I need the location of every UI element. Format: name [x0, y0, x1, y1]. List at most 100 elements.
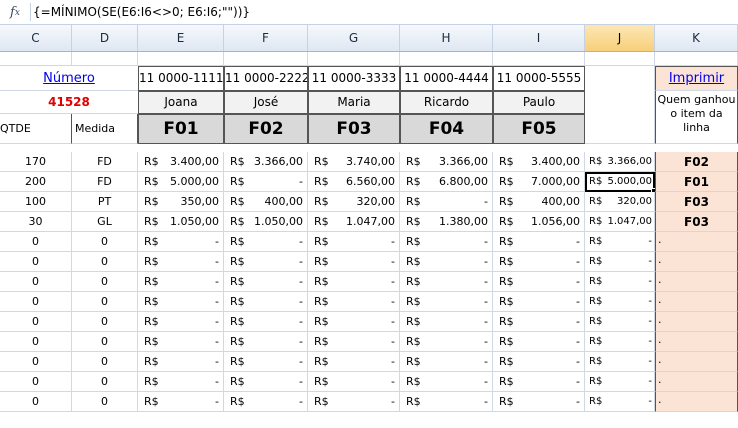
price-cell[interactable]: R$ -: [224, 332, 308, 352]
empty-cell[interactable]: [493, 52, 585, 66]
qtde-cell[interactable]: 0: [0, 312, 72, 332]
price-cell[interactable]: R$ -: [308, 232, 400, 252]
column-header-c[interactable]: C: [0, 25, 72, 51]
price-cell[interactable]: R$ -: [308, 372, 400, 392]
price-cell[interactable]: R$ -: [224, 372, 308, 392]
winner-cell[interactable]: F02: [655, 152, 738, 172]
winner-cell[interactable]: F03: [655, 192, 738, 212]
column-header-e[interactable]: E: [138, 25, 224, 51]
price-cell[interactable]: R$ -: [308, 252, 400, 272]
min-price-cell[interactable]: R$ 3.366,00: [585, 152, 655, 172]
empty-cell[interactable]: [0, 52, 72, 66]
medida-cell[interactable]: 0: [72, 352, 138, 372]
medida-cell[interactable]: FD: [72, 172, 138, 192]
min-price-cell[interactable]: R$ -: [585, 312, 655, 332]
price-cell[interactable]: R$ -: [493, 272, 585, 292]
qtde-cell[interactable]: 0: [0, 272, 72, 292]
price-cell[interactable]: R$ -: [308, 352, 400, 372]
empty-cell[interactable]: [224, 52, 308, 66]
price-cell[interactable]: R$ -: [224, 272, 308, 292]
price-cell[interactable]: R$ -: [308, 272, 400, 292]
column-header-d[interactable]: D: [72, 25, 138, 51]
winner-cell[interactable]: .: [655, 272, 738, 292]
price-cell[interactable]: R$ -: [138, 372, 224, 392]
min-price-cell[interactable]: R$ 320,00: [585, 192, 655, 212]
column-header-f[interactable]: F: [224, 25, 308, 51]
price-cell[interactable]: R$ -: [493, 252, 585, 272]
active-cell[interactable]: R$ 5.000,00: [585, 172, 655, 192]
price-cell[interactable]: R$ -: [224, 292, 308, 312]
empty-cell[interactable]: [308, 52, 400, 66]
price-cell[interactable]: R$ -: [138, 332, 224, 352]
empty-cell[interactable]: [655, 52, 738, 66]
imprimir-link[interactable]: Imprimir: [655, 66, 738, 91]
price-cell[interactable]: R$ -: [400, 272, 493, 292]
price-cell[interactable]: R$ -: [308, 312, 400, 332]
price-cell[interactable]: R$ -: [308, 292, 400, 312]
price-cell[interactable]: R$ 3.400,00: [138, 152, 224, 172]
winner-cell[interactable]: .: [655, 312, 738, 332]
price-cell[interactable]: R$ -: [138, 352, 224, 372]
price-cell[interactable]: R$ -: [138, 252, 224, 272]
medida-cell[interactable]: 0: [72, 232, 138, 252]
min-price-cell[interactable]: R$ -: [585, 332, 655, 352]
qtde-cell[interactable]: 100: [0, 192, 72, 212]
winner-cell[interactable]: .: [655, 392, 738, 412]
column-header-g[interactable]: G: [308, 25, 400, 51]
price-cell[interactable]: R$ 7.000,00: [493, 172, 585, 192]
winner-cell[interactable]: .: [655, 252, 738, 272]
price-cell[interactable]: R$ 3.366,00: [400, 152, 493, 172]
min-price-cell[interactable]: R$ -: [585, 272, 655, 292]
price-cell[interactable]: R$ -: [400, 352, 493, 372]
winner-cell[interactable]: F01: [655, 172, 738, 192]
empty-cell[interactable]: [400, 52, 493, 66]
price-cell[interactable]: R$ -: [493, 232, 585, 252]
price-cell[interactable]: R$ -: [224, 392, 308, 412]
price-cell[interactable]: R$ -: [400, 192, 493, 212]
medida-cell[interactable]: 0: [72, 292, 138, 312]
formula-input[interactable]: {=MÍNIMO(SE(E6:I6<>0; E6:I6;""))}: [33, 0, 250, 25]
price-cell[interactable]: R$ -: [493, 392, 585, 412]
price-cell[interactable]: R$ 3.366,00: [224, 152, 308, 172]
price-cell[interactable]: R$ -: [224, 352, 308, 372]
price-cell[interactable]: R$ 6.800,00: [400, 172, 493, 192]
min-price-cell[interactable]: R$ -: [585, 252, 655, 272]
qtde-cell[interactable]: 0: [0, 232, 72, 252]
min-price-cell[interactable]: R$ 1.047,00: [585, 212, 655, 232]
empty-cell[interactable]: [72, 52, 138, 66]
qtde-cell[interactable]: 0: [0, 352, 72, 372]
price-cell[interactable]: R$ -: [493, 332, 585, 352]
price-cell[interactable]: R$ -: [138, 392, 224, 412]
medida-cell[interactable]: 0: [72, 312, 138, 332]
fx-icon[interactable]: fx: [0, 0, 30, 25]
price-cell[interactable]: R$ -: [138, 232, 224, 252]
price-cell[interactable]: R$ -: [493, 372, 585, 392]
winner-cell[interactable]: .: [655, 332, 738, 352]
winner-cell[interactable]: F03: [655, 212, 738, 232]
price-cell[interactable]: R$ -: [400, 372, 493, 392]
qtde-cell[interactable]: 0: [0, 252, 72, 272]
price-cell[interactable]: R$ 1.380,00: [400, 212, 493, 232]
medida-cell[interactable]: FD: [72, 152, 138, 172]
price-cell[interactable]: R$ -: [224, 312, 308, 332]
medida-cell[interactable]: 0: [72, 332, 138, 352]
price-cell[interactable]: R$ -: [224, 252, 308, 272]
price-cell[interactable]: R$ -: [400, 292, 493, 312]
price-cell[interactable]: R$ 400,00: [493, 192, 585, 212]
price-cell[interactable]: R$ -: [224, 232, 308, 252]
price-cell[interactable]: R$ -: [493, 292, 585, 312]
price-cell[interactable]: R$ -: [138, 272, 224, 292]
medida-cell[interactable]: 0: [72, 392, 138, 412]
min-price-cell[interactable]: R$ -: [585, 372, 655, 392]
qtde-cell[interactable]: 200: [0, 172, 72, 192]
price-cell[interactable]: R$ -: [400, 252, 493, 272]
price-cell[interactable]: R$ -: [400, 232, 493, 252]
price-cell[interactable]: R$ 1.047,00: [308, 212, 400, 232]
winner-cell[interactable]: .: [655, 372, 738, 392]
medida-cell[interactable]: 0: [72, 252, 138, 272]
min-price-cell[interactable]: R$ -: [585, 232, 655, 252]
column-header-j[interactable]: J: [585, 25, 655, 51]
empty-cell[interactable]: [585, 52, 655, 66]
price-cell[interactable]: R$ 1.050,00: [224, 212, 308, 232]
price-cell[interactable]: R$ -: [308, 392, 400, 412]
